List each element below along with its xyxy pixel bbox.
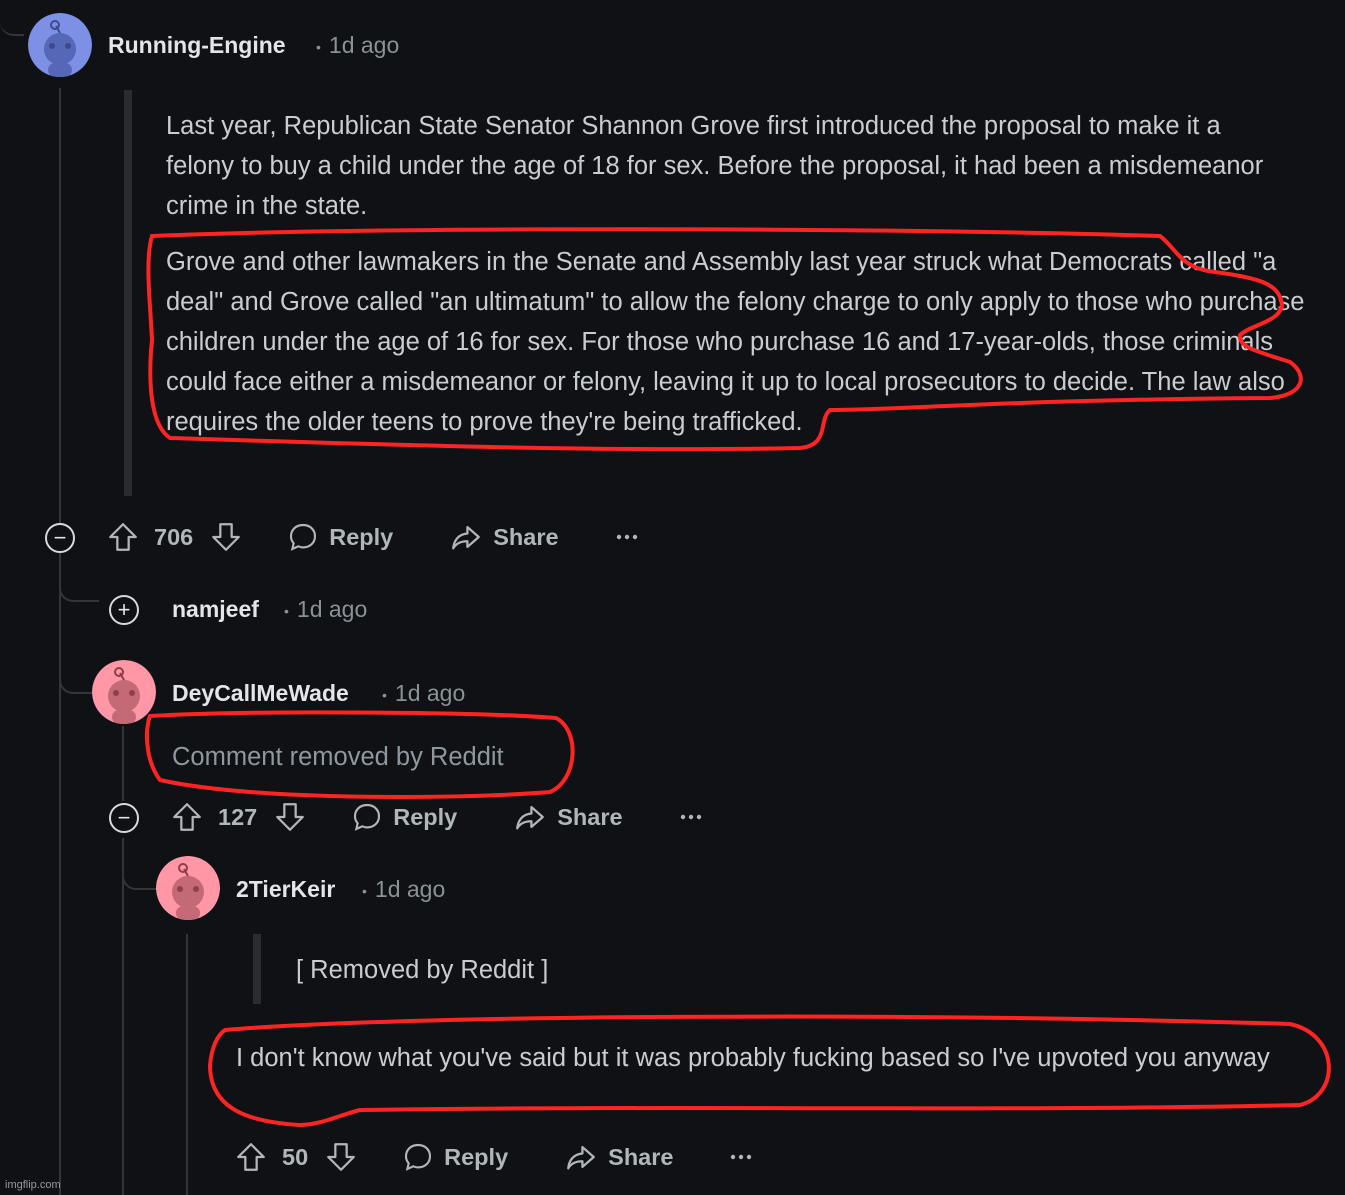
quoted-text: [ Removed by Reddit ] xyxy=(296,956,549,984)
share-icon[interactable] xyxy=(449,520,483,554)
comment-timestamp: • 1d ago xyxy=(284,596,368,622)
timestamp-text: 1d ago xyxy=(296,596,368,622)
comment-timestamp: • 1d ago xyxy=(382,680,466,706)
vote-score: 127 xyxy=(218,803,258,830)
comment-actions: 706 Reply Share xyxy=(106,517,639,557)
comment-author[interactable]: namjeef xyxy=(172,596,259,623)
vote-score: 706 xyxy=(154,523,194,550)
comment-actions: 50 Reply Share xyxy=(234,1137,753,1177)
reply-button[interactable]: Reply xyxy=(329,524,393,551)
upvote-icon[interactable] xyxy=(106,520,140,554)
more-options-icon[interactable] xyxy=(615,533,639,541)
collapse-button[interactable]: − xyxy=(109,803,139,833)
reply-button[interactable]: Reply xyxy=(393,804,457,831)
more-options-icon[interactable] xyxy=(729,1153,753,1161)
share-icon[interactable] xyxy=(564,1140,598,1174)
share-button[interactable]: Share xyxy=(608,1144,673,1171)
reply-icon[interactable] xyxy=(402,1141,434,1173)
share-button[interactable]: Share xyxy=(493,524,558,551)
reply-icon[interactable] xyxy=(287,521,319,553)
upvote-icon[interactable] xyxy=(234,1140,268,1174)
comment-timestamp: • 1d ago xyxy=(362,876,446,902)
upvote-icon[interactable] xyxy=(170,800,204,834)
comment-paragraph: I don't know what you've said but it was… xyxy=(236,1044,1270,1072)
comment-actions: 127 Reply Share xyxy=(170,797,703,837)
timestamp-text: 1d ago xyxy=(374,876,446,902)
reply-icon[interactable] xyxy=(351,801,383,833)
downvote-icon[interactable] xyxy=(209,520,243,554)
avatar[interactable] xyxy=(156,856,220,920)
expand-button[interactable]: + xyxy=(109,595,139,625)
collapse-button[interactable]: − xyxy=(45,523,75,553)
avatar[interactable] xyxy=(92,660,156,724)
comment-author[interactable]: 2TierKeir xyxy=(236,876,335,903)
vote-score: 50 xyxy=(282,1143,309,1170)
share-button[interactable]: Share xyxy=(557,804,622,831)
comment-author[interactable]: DeyCallMeWade xyxy=(172,680,349,707)
watermark: imgflip.com xyxy=(5,1179,61,1191)
downvote-icon[interactable] xyxy=(273,800,307,834)
reply-button[interactable]: Reply xyxy=(444,1144,508,1171)
removed-comment-text: Comment removed by Reddit xyxy=(172,743,504,771)
downvote-icon[interactable] xyxy=(324,1140,358,1174)
share-icon[interactable] xyxy=(513,800,547,834)
timestamp-text: 1d ago xyxy=(394,680,466,706)
quote-bar xyxy=(253,934,261,1004)
more-options-icon[interactable] xyxy=(679,813,703,821)
